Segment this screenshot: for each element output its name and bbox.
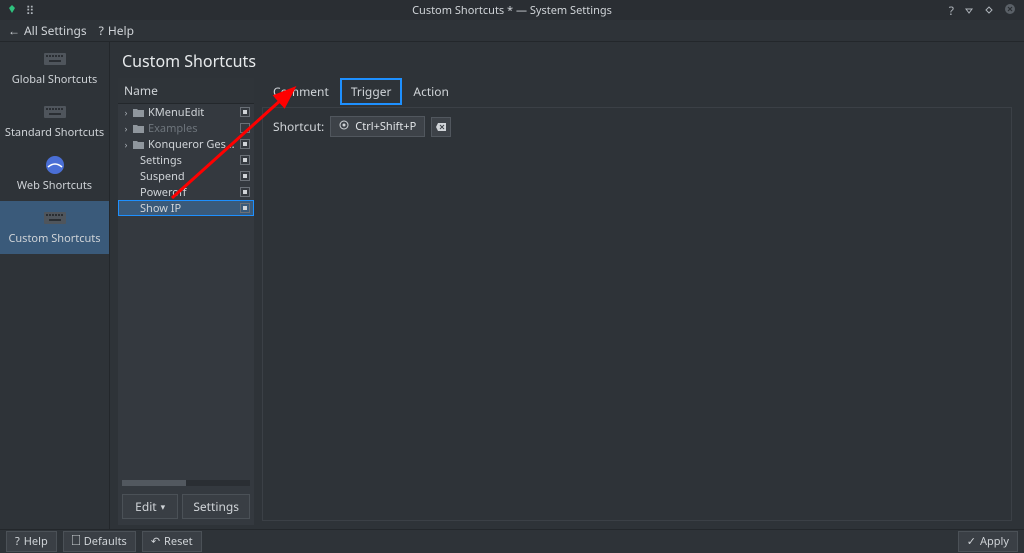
edit-button[interactable]: Edit ▾ bbox=[122, 494, 178, 519]
help-button-label: Help bbox=[24, 534, 48, 549]
shortcut-field-label: Shortcut: bbox=[273, 118, 324, 135]
tab-comment[interactable]: Comment bbox=[262, 78, 340, 105]
sidebar-item-label: Web Shortcuts bbox=[17, 178, 92, 193]
shortcut-list-panel: Name › KMenuEdit › Examples › Konqueror Gestu… bbox=[118, 78, 254, 525]
keyboard-icon bbox=[42, 209, 68, 227]
list-item-label: Konqueror Gestures bbox=[148, 137, 236, 152]
pin-icon[interactable]: ⠿ bbox=[24, 4, 36, 16]
help-button[interactable]: ? Help bbox=[6, 531, 57, 552]
gear-icon bbox=[339, 119, 349, 134]
enable-checkbox[interactable] bbox=[240, 123, 250, 133]
help-icon: ? bbox=[15, 534, 20, 549]
list-scrollbar[interactable] bbox=[122, 480, 250, 486]
shortcut-value: Ctrl+Shift+P bbox=[355, 119, 416, 134]
expand-icon[interactable]: › bbox=[122, 138, 130, 151]
maximize-icon[interactable] bbox=[984, 2, 994, 19]
list-header-name[interactable]: Name bbox=[118, 78, 254, 104]
minimize-icon[interactable] bbox=[964, 2, 974, 19]
chevron-down-icon: ▾ bbox=[161, 500, 166, 513]
list-item-label: Suspend bbox=[140, 169, 236, 184]
list-settings-button[interactable]: Settings bbox=[182, 494, 250, 519]
window-title: Custom Shortcuts * — System Settings bbox=[412, 3, 612, 18]
help-titlebar-icon[interactable]: ? bbox=[949, 2, 954, 19]
toolbar: ← All Settings ? Help bbox=[0, 20, 1024, 42]
close-icon[interactable] bbox=[1004, 2, 1016, 19]
sidebar-item-label: Global Shortcuts bbox=[12, 72, 97, 87]
folder-icon bbox=[132, 107, 144, 117]
keyboard-icon bbox=[42, 103, 68, 121]
app-icon bbox=[6, 4, 18, 16]
list-item[interactable]: Poweroff bbox=[118, 184, 254, 200]
list-item-label: KMenuEdit bbox=[148, 105, 236, 120]
folder-icon bbox=[132, 123, 144, 133]
help-label: Help bbox=[108, 22, 134, 39]
list-item-label: Examples bbox=[148, 121, 236, 136]
apply-button-label: Apply bbox=[980, 534, 1009, 549]
list-item[interactable]: › Examples bbox=[118, 120, 254, 136]
settings-button-label: Settings bbox=[193, 498, 239, 515]
page-title: Custom Shortcuts bbox=[110, 42, 1024, 78]
sidebar-item-custom-shortcuts[interactable]: Custom Shortcuts bbox=[0, 201, 109, 254]
help-icon: ? bbox=[99, 22, 104, 39]
apply-button[interactable]: ✓ Apply bbox=[958, 531, 1018, 552]
sidebar-item-label: Standard Shortcuts bbox=[5, 125, 104, 140]
reset-button[interactable]: ↶ Reset bbox=[142, 531, 202, 552]
clear-shortcut-button[interactable] bbox=[431, 117, 451, 137]
list-item-label: Show IP bbox=[140, 201, 236, 216]
help-menu[interactable]: ? Help bbox=[99, 22, 134, 39]
sidebar-item-global-shortcuts[interactable]: Global Shortcuts bbox=[0, 42, 109, 95]
sidebar-item-web-shortcuts[interactable]: Web Shortcuts bbox=[0, 148, 109, 201]
expand-icon[interactable]: › bbox=[122, 106, 130, 119]
expand-icon[interactable]: › bbox=[122, 122, 130, 135]
enable-checkbox[interactable] bbox=[240, 155, 250, 165]
defaults-button-label: Defaults bbox=[84, 534, 127, 549]
sidebar: Global Shortcuts Standard Shortcuts Web … bbox=[0, 42, 110, 529]
enable-checkbox[interactable] bbox=[240, 203, 250, 213]
list-item[interactable]: › KMenuEdit bbox=[118, 104, 254, 120]
clear-icon bbox=[436, 120, 446, 134]
shortcut-input-button[interactable]: Ctrl+Shift+P bbox=[330, 116, 425, 137]
list-item-label: Poweroff bbox=[140, 185, 236, 200]
enable-checkbox[interactable] bbox=[240, 139, 250, 149]
keyboard-icon bbox=[42, 50, 68, 68]
globe-icon bbox=[42, 156, 68, 174]
list-item[interactable]: › Konqueror Gestures bbox=[118, 136, 254, 152]
sidebar-item-standard-shortcuts[interactable]: Standard Shortcuts bbox=[0, 95, 109, 148]
list-item[interactable]: Settings bbox=[118, 152, 254, 168]
enable-checkbox[interactable] bbox=[240, 107, 250, 117]
tab-panel-trigger: Shortcut: Ctrl+Shift+P bbox=[262, 107, 1012, 521]
all-settings-button[interactable]: ← All Settings bbox=[8, 22, 87, 39]
list-item[interactable]: Suspend bbox=[118, 168, 254, 184]
all-settings-label: All Settings bbox=[24, 22, 87, 39]
reset-button-label: Reset bbox=[164, 534, 193, 549]
tab-action[interactable]: Action bbox=[402, 78, 460, 105]
document-icon bbox=[72, 534, 80, 549]
defaults-button[interactable]: Defaults bbox=[63, 531, 136, 552]
edit-button-label: Edit bbox=[135, 498, 156, 515]
undo-icon: ↶ bbox=[151, 534, 160, 549]
bottom-bar: ? Help Defaults ↶ Reset ✓ Apply bbox=[0, 529, 1024, 553]
list-item-label: Settings bbox=[140, 153, 236, 168]
enable-checkbox[interactable] bbox=[240, 171, 250, 181]
list-item[interactable]: Show IP bbox=[118, 200, 254, 216]
back-icon: ← bbox=[8, 22, 20, 39]
check-icon: ✓ bbox=[967, 534, 976, 549]
tabs: Comment Trigger Action bbox=[258, 78, 1016, 105]
enable-checkbox[interactable] bbox=[240, 187, 250, 197]
tab-trigger[interactable]: Trigger bbox=[340, 78, 403, 105]
titlebar: ⠿ Custom Shortcuts * — System Settings ? bbox=[0, 0, 1024, 20]
sidebar-item-label: Custom Shortcuts bbox=[8, 231, 100, 246]
folder-icon bbox=[132, 139, 144, 149]
